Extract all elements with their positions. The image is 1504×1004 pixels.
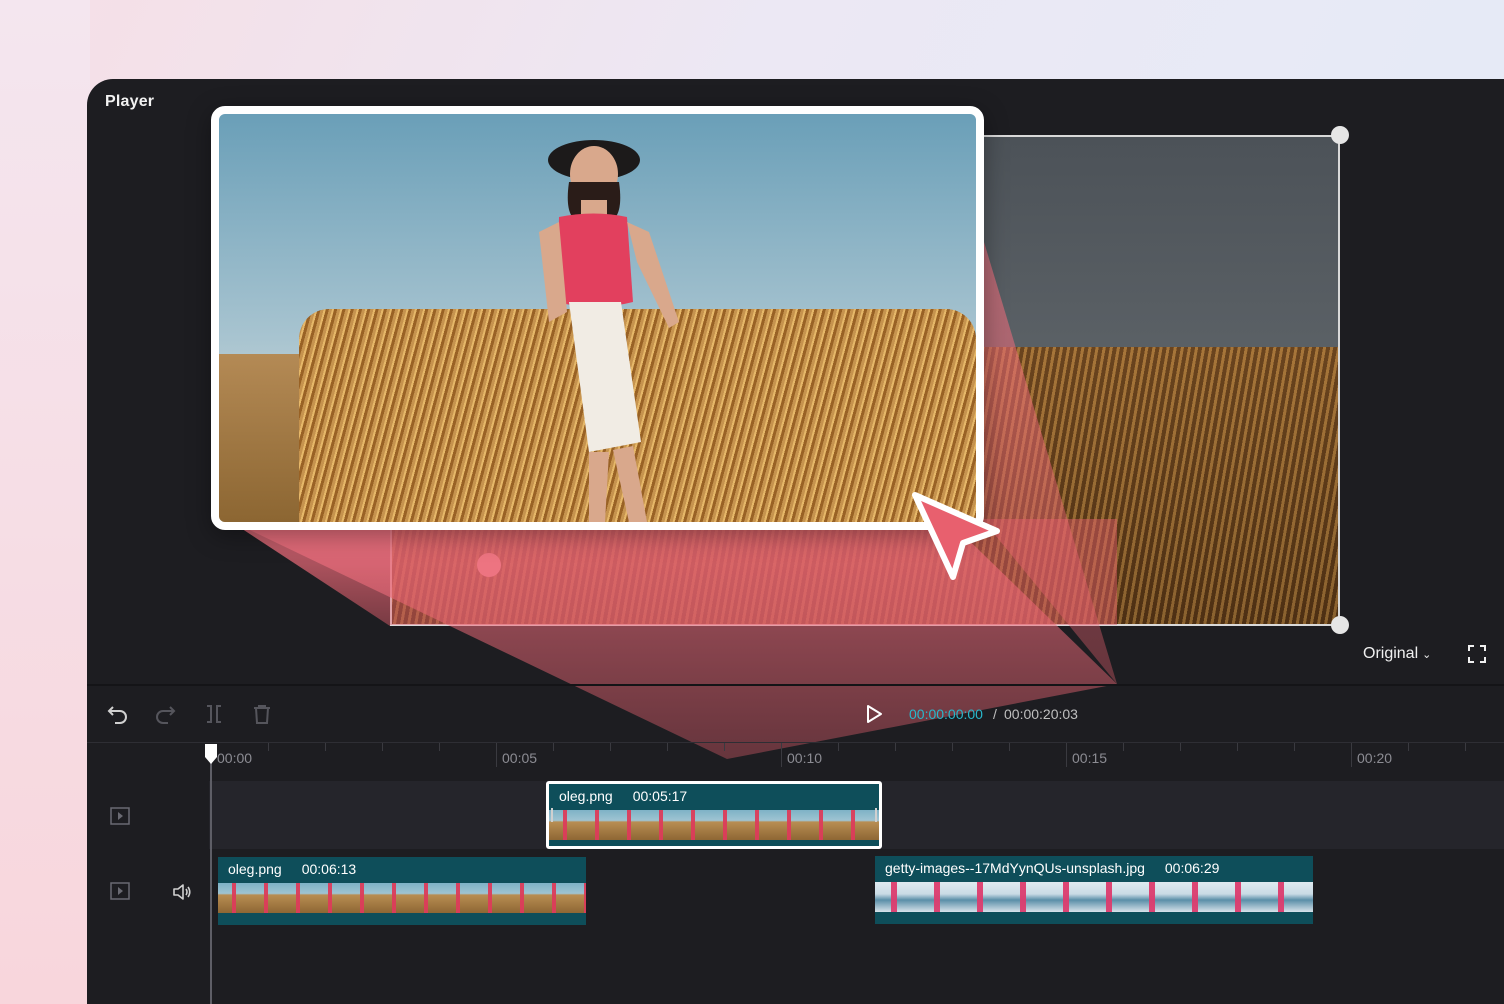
ruler-minor-tick (1123, 743, 1124, 751)
resize-handle-bottom-left[interactable] (477, 553, 501, 577)
ruler-label: 00:15 (1072, 750, 1108, 766)
player-title: Player (105, 93, 155, 110)
ruler-tick (781, 743, 782, 767)
ruler-minor-tick (838, 743, 839, 751)
video-track-icon (110, 807, 130, 825)
play-icon[interactable] (863, 703, 885, 725)
zoom-person-figure (539, 140, 679, 522)
redo-icon[interactable] (154, 703, 176, 725)
ruler-tick (1351, 743, 1352, 767)
resize-handle-top-right[interactable] (1331, 126, 1349, 144)
ruler-tick (1066, 743, 1067, 767)
playhead-handle[interactable] (204, 743, 218, 765)
clip-duration: 00:06:29 (1164, 860, 1220, 876)
clip-name: oleg.png (228, 861, 282, 877)
ruler-tick (496, 743, 497, 767)
speaker-icon[interactable] (172, 883, 192, 901)
clip-thumbnails (549, 810, 879, 840)
chevron-down-icon: ⌄ (1422, 649, 1432, 661)
time-separator: / (993, 706, 997, 722)
ruler-label: 00:20 (1357, 750, 1393, 766)
ruler-minor-tick (325, 743, 326, 751)
ruler-minor-tick (1408, 743, 1409, 751)
ruler-minor-tick (1237, 743, 1238, 751)
aspect-ratio-label: Original (1363, 645, 1419, 662)
main-clip-2[interactable]: getty-images--17MdYynQUs-unsplash.jpg 00… (875, 856, 1313, 924)
ruler-label: 00:05 (502, 750, 538, 766)
ruler-minor-tick (952, 743, 953, 751)
trash-icon[interactable] (251, 703, 273, 725)
ruler-minor-tick (724, 743, 725, 751)
clip-duration: 00:05:17 (632, 788, 688, 804)
total-time: 00:00:20:03 (1004, 706, 1078, 722)
resize-handle-bottom-right[interactable] (1331, 616, 1349, 634)
zoomed-preview-card (211, 106, 984, 530)
panel-divider (87, 684, 1504, 686)
split-icon[interactable] (203, 703, 225, 725)
ruler-minor-tick (268, 743, 269, 751)
video-track-icon (110, 882, 130, 900)
trim-handle-right[interactable] (875, 808, 877, 822)
current-time: 00:00:00:00 (909, 706, 983, 722)
ruler-minor-tick (553, 743, 554, 751)
clip-thumbnails (875, 882, 1313, 912)
ruler-minor-tick (1294, 743, 1295, 751)
ruler-minor-tick (667, 743, 668, 751)
ruler-minor-tick (1465, 743, 1466, 751)
clip-thumbnails (218, 883, 586, 913)
main-clip-1[interactable]: oleg.png 00:06:13 (218, 857, 586, 925)
overlay-clip[interactable]: oleg.png 00:05:17 (546, 781, 882, 849)
pointer-cursor-icon (912, 492, 1000, 580)
ruler-minor-tick (610, 743, 611, 751)
aspect-ratio-dropdown[interactable]: Original ⌄ (1363, 645, 1431, 663)
clip-name: getty-images--17MdYynQUs-unsplash.jpg (885, 860, 1145, 876)
editor-window: Player Original ⌄ 00:00:00:00 / 00:00:20… (87, 79, 1504, 1004)
fullscreen-icon[interactable] (1468, 645, 1486, 663)
clip-duration: 00:06:13 (301, 861, 357, 877)
undo-icon[interactable] (107, 703, 129, 725)
ruler-label: 00:00 (217, 750, 253, 766)
ruler-minor-tick (1180, 743, 1181, 751)
trim-handle-left[interactable] (551, 808, 553, 822)
playhead-line (210, 751, 212, 1004)
background-gradient (0, 0, 90, 1004)
ruler-label: 00:10 (787, 750, 823, 766)
ruler-minor-tick (895, 743, 896, 751)
clip-name: oleg.png (559, 788, 613, 804)
ruler-minor-tick (1009, 743, 1010, 751)
ruler-minor-tick (382, 743, 383, 751)
ruler-minor-tick (439, 743, 440, 751)
ruler-baseline (87, 742, 1504, 743)
